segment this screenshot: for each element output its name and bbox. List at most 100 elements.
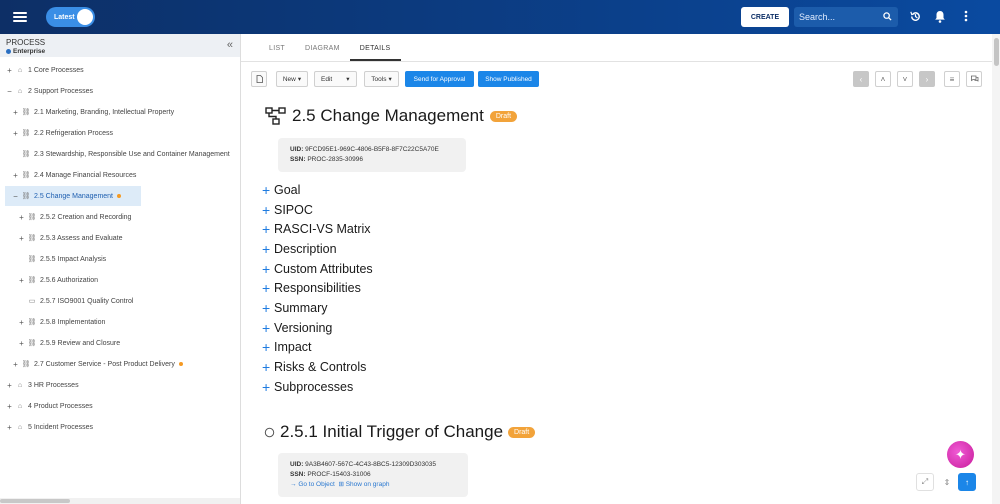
section-description[interactable]: + Description (262, 240, 337, 258)
section-risks-controls[interactable]: + Risks & Controls (262, 358, 366, 376)
collapse-sidebar-icon[interactable]: « (227, 39, 233, 51)
tree-item[interactable]: ⛓ 2.5.5 Impact Analysis (17, 249, 107, 269)
expand-toggle[interactable]: + (5, 66, 14, 75)
tree-item[interactable]: + ⛓ 2.2 Refrigeration Process (11, 123, 113, 143)
expand-plus-icon[interactable]: + (262, 241, 274, 257)
expand-plus-icon[interactable]: + (262, 202, 274, 218)
section-goal[interactable]: + Goal (262, 181, 300, 199)
expand-toggle[interactable]: + (11, 360, 20, 369)
expand-toggle[interactable]: + (17, 234, 26, 243)
tab-diagram[interactable]: DIAGRAM (295, 40, 350, 61)
expand-toggle[interactable]: + (11, 108, 20, 117)
next-icon[interactable]: › (919, 71, 935, 87)
sidebar-horizontal-scrollbar[interactable] (0, 498, 240, 504)
chevron-up-icon[interactable]: ˄ (875, 71, 891, 87)
comments-icon[interactable] (966, 71, 982, 87)
search-icon[interactable] (883, 12, 892, 21)
expand-toggle[interactable]: + (11, 129, 20, 138)
expand-plus-icon[interactable]: + (262, 280, 274, 296)
tree-item-label: 2.4 Manage Financial Resources (34, 171, 137, 179)
list-filter-icon[interactable]: ≡ (944, 71, 960, 87)
version-toggle[interactable]: Latest (46, 7, 95, 27)
tree-item-selected[interactable]: − ⛓ 2.5 Change Management (5, 186, 141, 206)
more-vertical-icon[interactable] (959, 9, 973, 23)
pdf-export-button[interactable] (251, 71, 267, 87)
main-vertical-scrollbar[interactable] (992, 34, 1000, 504)
process-icon: ⛓ (27, 235, 37, 242)
tree-item[interactable]: + ⌂ 4 Product Processes (5, 396, 92, 416)
tree-item[interactable]: ▭ 2.5.7 ISO9001 Quality Control (17, 291, 134, 311)
chevron-down-icon[interactable]: ˅ (897, 71, 913, 87)
create-button[interactable]: CREATE (741, 7, 789, 27)
expand-toggle[interactable]: + (17, 276, 26, 285)
expand-plus-icon[interactable]: + (262, 182, 274, 198)
sidebar-title: PROCESS (6, 38, 46, 47)
search-input[interactable] (799, 12, 879, 22)
expand-plus-icon[interactable]: + (262, 221, 274, 237)
scroll-to-top-icon[interactable]: ↑ (958, 473, 976, 491)
version-toggle-label: Latest (54, 13, 75, 21)
expand-toggle[interactable]: + (5, 381, 14, 390)
expand-plus-icon[interactable]: + (262, 300, 274, 316)
tree-item[interactable]: + ⛓ 2.5.9 Review and Closure (17, 333, 120, 353)
tree-item[interactable]: + ⛓ 2.7 Customer Service - Post Product De… (11, 354, 183, 374)
process-icon: ⛓ (27, 214, 37, 221)
tab-details[interactable]: DETAILS (349, 40, 401, 61)
expand-plus-icon[interactable]: + (262, 359, 274, 375)
section-versioning[interactable]: + Versioning (262, 319, 332, 337)
ai-assistant-sparkle-icon[interactable]: ✦ (947, 441, 974, 468)
tree-item[interactable]: + ⛓ 2.5.3 Assess and Evaluate (17, 228, 122, 248)
tree-item[interactable]: + ⛓ 2.1 Marketing, Branding, Intellectual … (11, 102, 174, 122)
menu-icon[interactable] (13, 12, 27, 22)
section-responsibilities[interactable]: + Responsibilities (262, 279, 361, 297)
expand-toggle[interactable]: + (5, 423, 14, 432)
tree-item[interactable]: + ⛓ 2.5.8 Implementation (17, 312, 105, 332)
section-rasci-matrix[interactable]: + RASCI-VS Matrix (262, 220, 371, 238)
expand-plus-icon[interactable]: + (262, 261, 274, 277)
new-dropdown-button[interactable]: New ▾ (276, 71, 308, 87)
section-label: SIPOC (274, 203, 313, 217)
expand-plus-icon[interactable]: + (262, 379, 274, 395)
tree-item[interactable]: + ⛓ 2.4 Manage Financial Resources (11, 165, 136, 185)
sort-updown-icon[interactable]: ⇕ (938, 473, 956, 491)
section-sipoc[interactable]: + SIPOC (262, 201, 313, 219)
tools-dropdown-button[interactable]: Tools ▾ (364, 71, 399, 87)
caret-down-icon[interactable]: ▾ (346, 75, 349, 83)
expand-toggle[interactable]: + (17, 318, 26, 327)
prev-icon[interactable]: ‹ (853, 71, 869, 87)
scrollbar-thumb[interactable] (993, 38, 999, 66)
expand-toggle[interactable]: + (17, 213, 26, 222)
bell-icon[interactable] (933, 9, 947, 23)
section-custom-attributes[interactable]: + Custom Attributes (262, 260, 373, 278)
tree-item[interactable]: + ⌂ 5 Incident Processes (5, 417, 93, 437)
section-summary[interactable]: + Summary (262, 299, 327, 317)
show-published-button[interactable]: Show Published (478, 71, 539, 87)
expand-plus-icon[interactable]: + (262, 320, 274, 336)
edit-split-button[interactable]: Edit ▾ (314, 71, 357, 87)
expand-toggle[interactable]: + (5, 402, 14, 411)
tab-list[interactable]: LIST (259, 40, 295, 61)
tree-item[interactable]: + ⌂ 1 Core Processes (5, 60, 83, 80)
tree-item[interactable]: + ⌂ 3 HR Processes (5, 375, 78, 395)
ssn-row: SSN: PROCF-15403-31006 (290, 470, 456, 480)
collapse-toggle[interactable]: − (5, 87, 14, 96)
circle-icon (264, 427, 275, 437)
tree-item[interactable]: + ⛓ 2.5.2 Creation and Recording (17, 207, 131, 227)
expand-arrows-icon[interactable]: ⤢ (916, 473, 934, 491)
show-on-graph-link[interactable]: ⊞ Show on graph (338, 481, 389, 488)
send-for-approval-button[interactable]: Send for Approval (405, 71, 474, 87)
section-subprocesses[interactable]: + Subprocesses (262, 378, 353, 396)
section-impact[interactable]: + Impact (262, 338, 312, 356)
sidebar-subtitle-text: Enterprise (13, 48, 46, 55)
expand-toggle[interactable]: + (17, 339, 26, 348)
go-to-object-link[interactable]: → Go to Object (290, 481, 335, 488)
tree-item[interactable]: + ⛓ 2.5.6 Authorization (17, 270, 98, 290)
expand-toggle[interactable]: + (11, 171, 20, 180)
tree-item[interactable]: ⛓ 2.3 Stewardship, Responsible Use and Co… (11, 144, 230, 164)
history-icon[interactable] (908, 9, 922, 23)
expand-plus-icon[interactable]: + (262, 339, 274, 355)
tree-item[interactable]: − ⌂ 2 Support Processes (5, 81, 93, 101)
caret-down-icon: ▾ (297, 76, 302, 83)
scrollbar-thumb[interactable] (0, 499, 70, 503)
collapse-toggle[interactable]: − (11, 192, 20, 201)
